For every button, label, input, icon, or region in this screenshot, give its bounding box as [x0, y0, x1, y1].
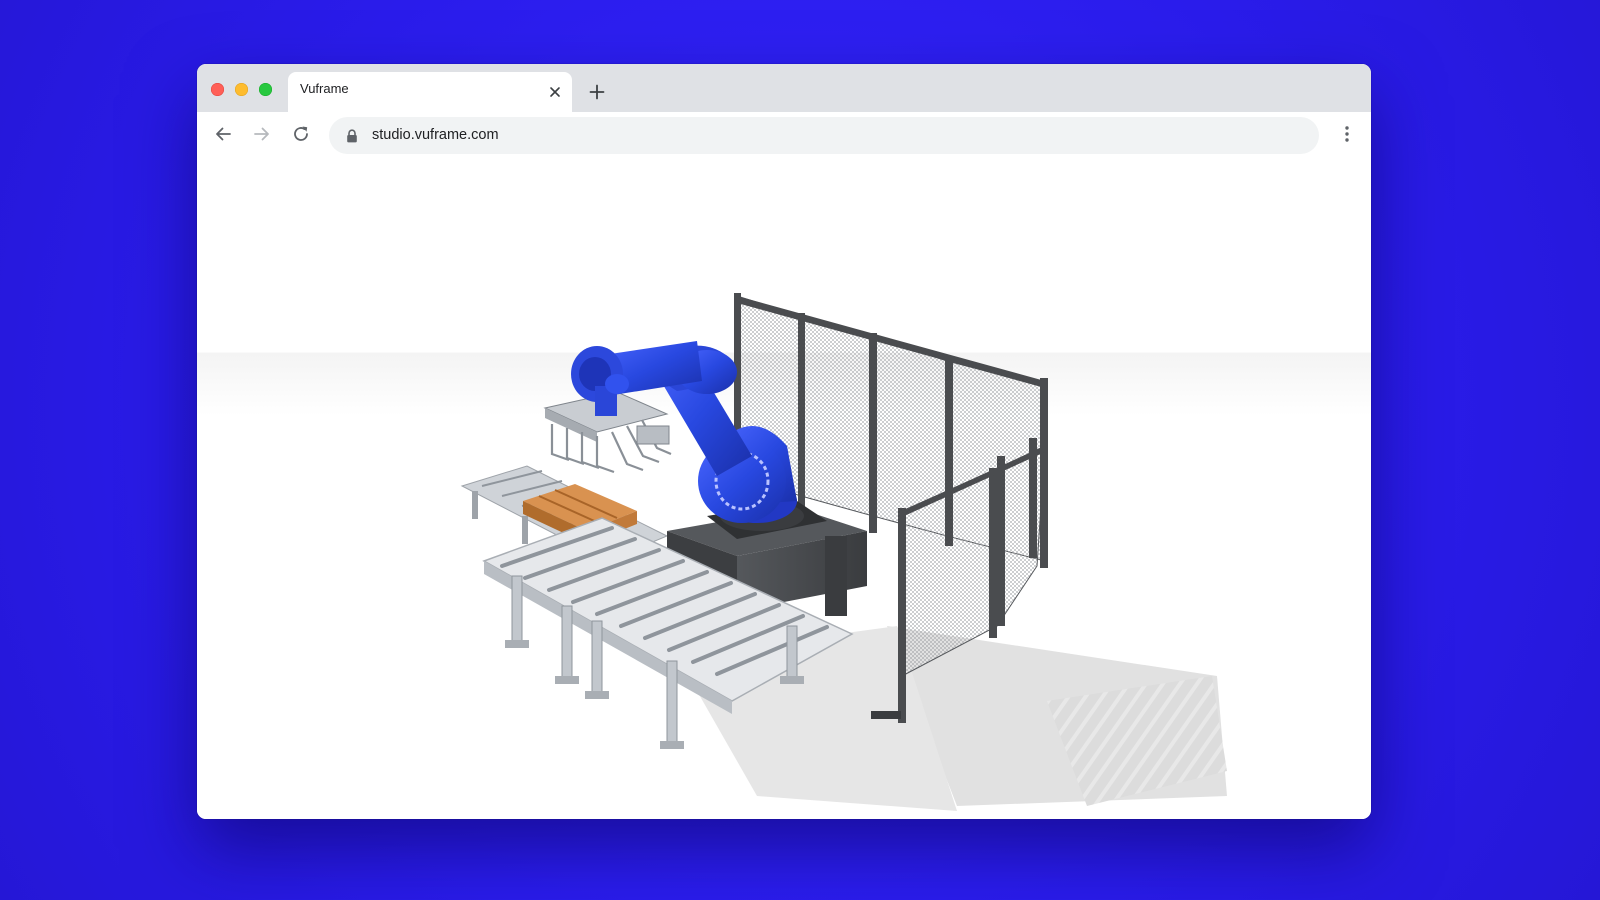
browser-window: Vuframe studio.vuframe.com [197, 64, 1371, 819]
close-icon[interactable] [548, 85, 562, 99]
browser-toolbar: studio.vuframe.com [197, 112, 1371, 156]
3d-viewport[interactable] [197, 156, 1371, 819]
arrow-left-icon[interactable] [213, 124, 233, 144]
maximize-window-button[interactable] [259, 83, 272, 96]
reload-icon[interactable] [291, 124, 311, 144]
plus-icon[interactable] [589, 84, 605, 100]
close-window-button[interactable] [211, 83, 224, 96]
arrow-right-icon[interactable] [252, 124, 272, 144]
tab-vuframe[interactable]: Vuframe [288, 72, 572, 112]
lock-icon [347, 129, 357, 143]
minimize-window-button[interactable] [235, 83, 248, 96]
kebab-menu-icon[interactable] [1337, 124, 1357, 144]
url-text[interactable]: studio.vuframe.com [372, 127, 499, 143]
tab-title: Vuframe [300, 81, 349, 96]
tab-strip: Vuframe [197, 64, 1371, 112]
address-bar[interactable]: studio.vuframe.com [329, 117, 1319, 154]
palletizing-cell-scene [460, 293, 1227, 811]
